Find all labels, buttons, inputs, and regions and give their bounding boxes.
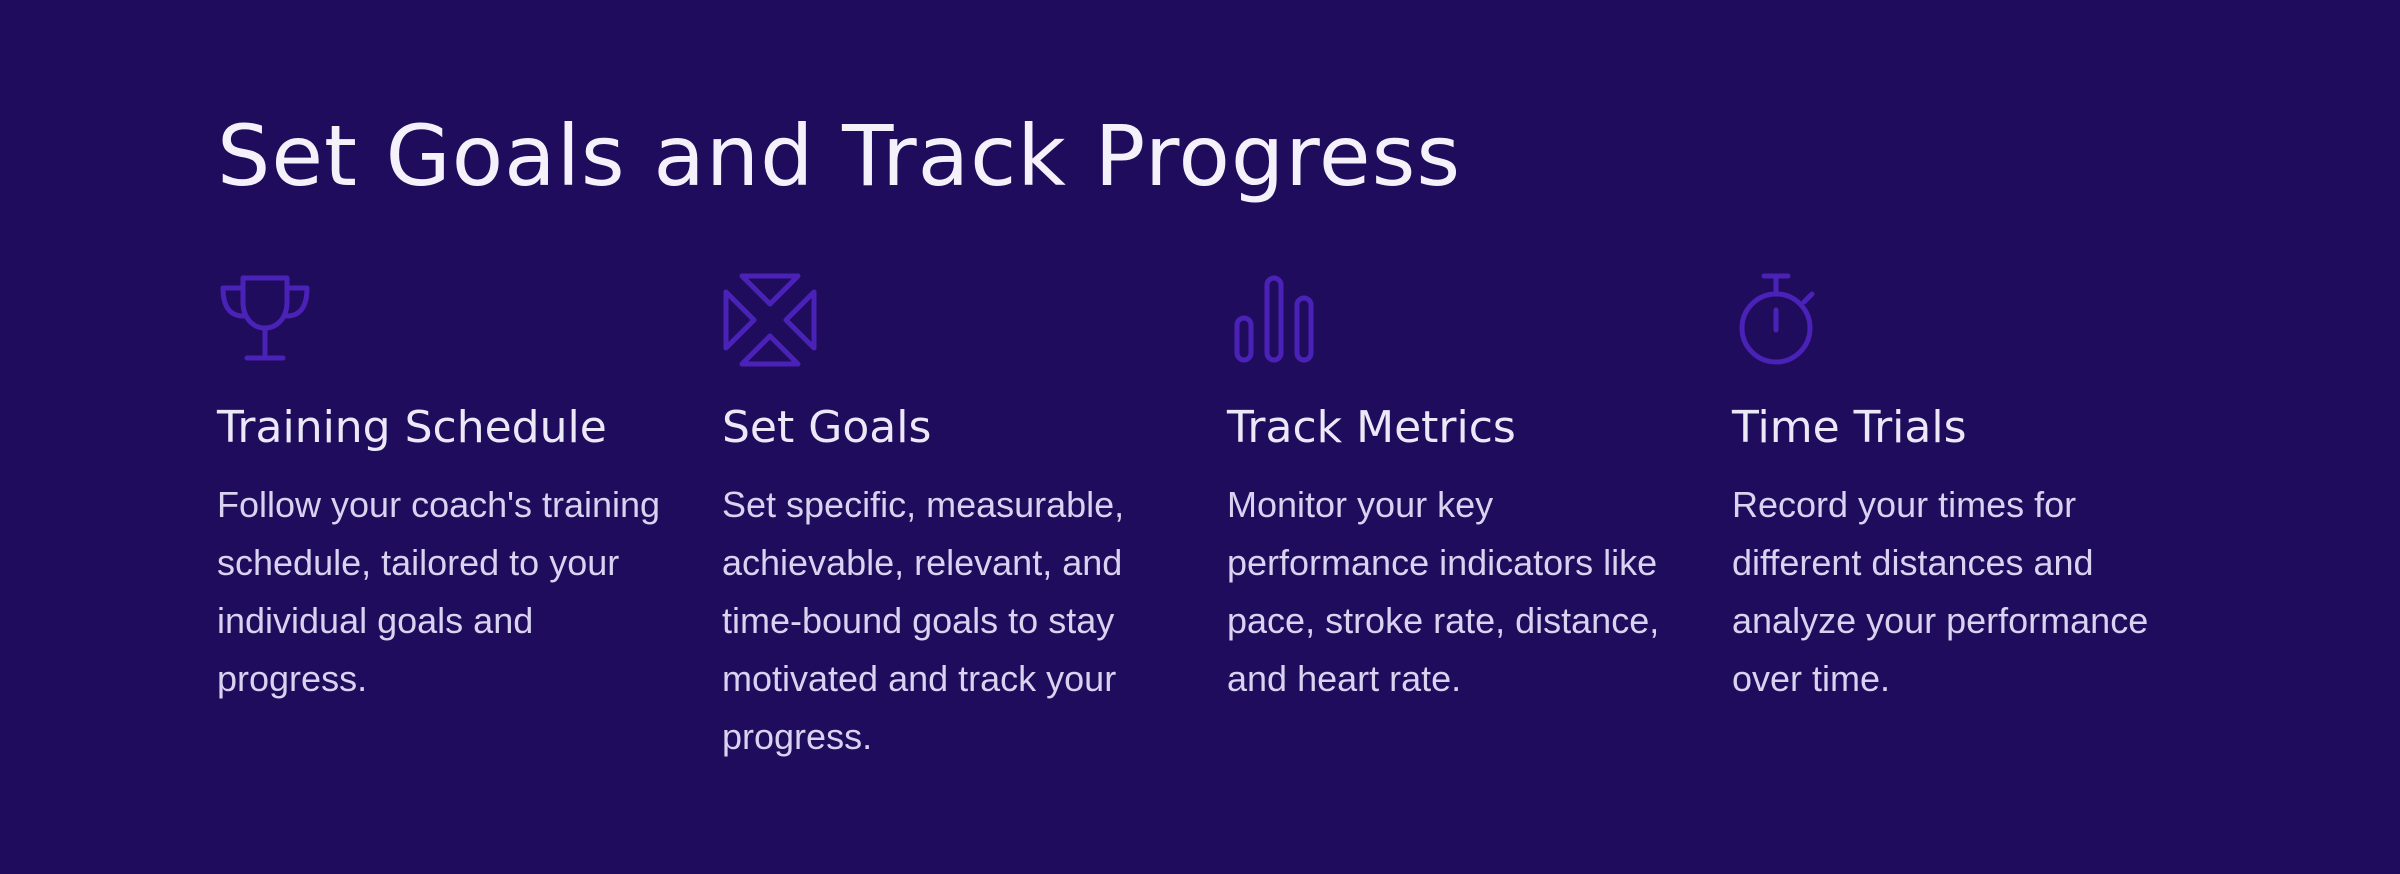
stopwatch-icon [1732, 272, 1828, 368]
feature-description: Set specific, measurable, achievable, re… [722, 484, 1125, 757]
feature-title: Time Trials [1732, 402, 1967, 453]
bar-chart-icon [1227, 272, 1323, 368]
feature-description: Record your times for different distance… [1732, 484, 2149, 699]
arrows-converge-icon [722, 272, 818, 368]
feature-title: Training Schedule [217, 402, 607, 453]
feature-training-schedule: Training Schedule Follow your coach's tr… [217, 272, 722, 766]
trophy-icon [217, 272, 313, 368]
feature-title: Track Metrics [1227, 402, 1516, 453]
feature-set-goals: Set Goals Set specific, measurable, achi… [722, 272, 1227, 766]
feature-track-metrics: Track Metrics Monitor your key performan… [1227, 272, 1732, 766]
features-grid: Training Schedule Follow your coach's tr… [217, 272, 2400, 766]
feature-description: Monitor your key performance indicators … [1227, 484, 1660, 699]
goals-section: Set Goals and Track Progress Training Sc… [0, 0, 2400, 874]
page-title: Set Goals and Track Progress [217, 107, 1462, 205]
feature-title: Set Goals [722, 402, 932, 453]
feature-description: Follow your coach's training schedule, t… [217, 484, 661, 699]
feature-time-trials: Time Trials Record your times for differ… [1732, 272, 2237, 766]
